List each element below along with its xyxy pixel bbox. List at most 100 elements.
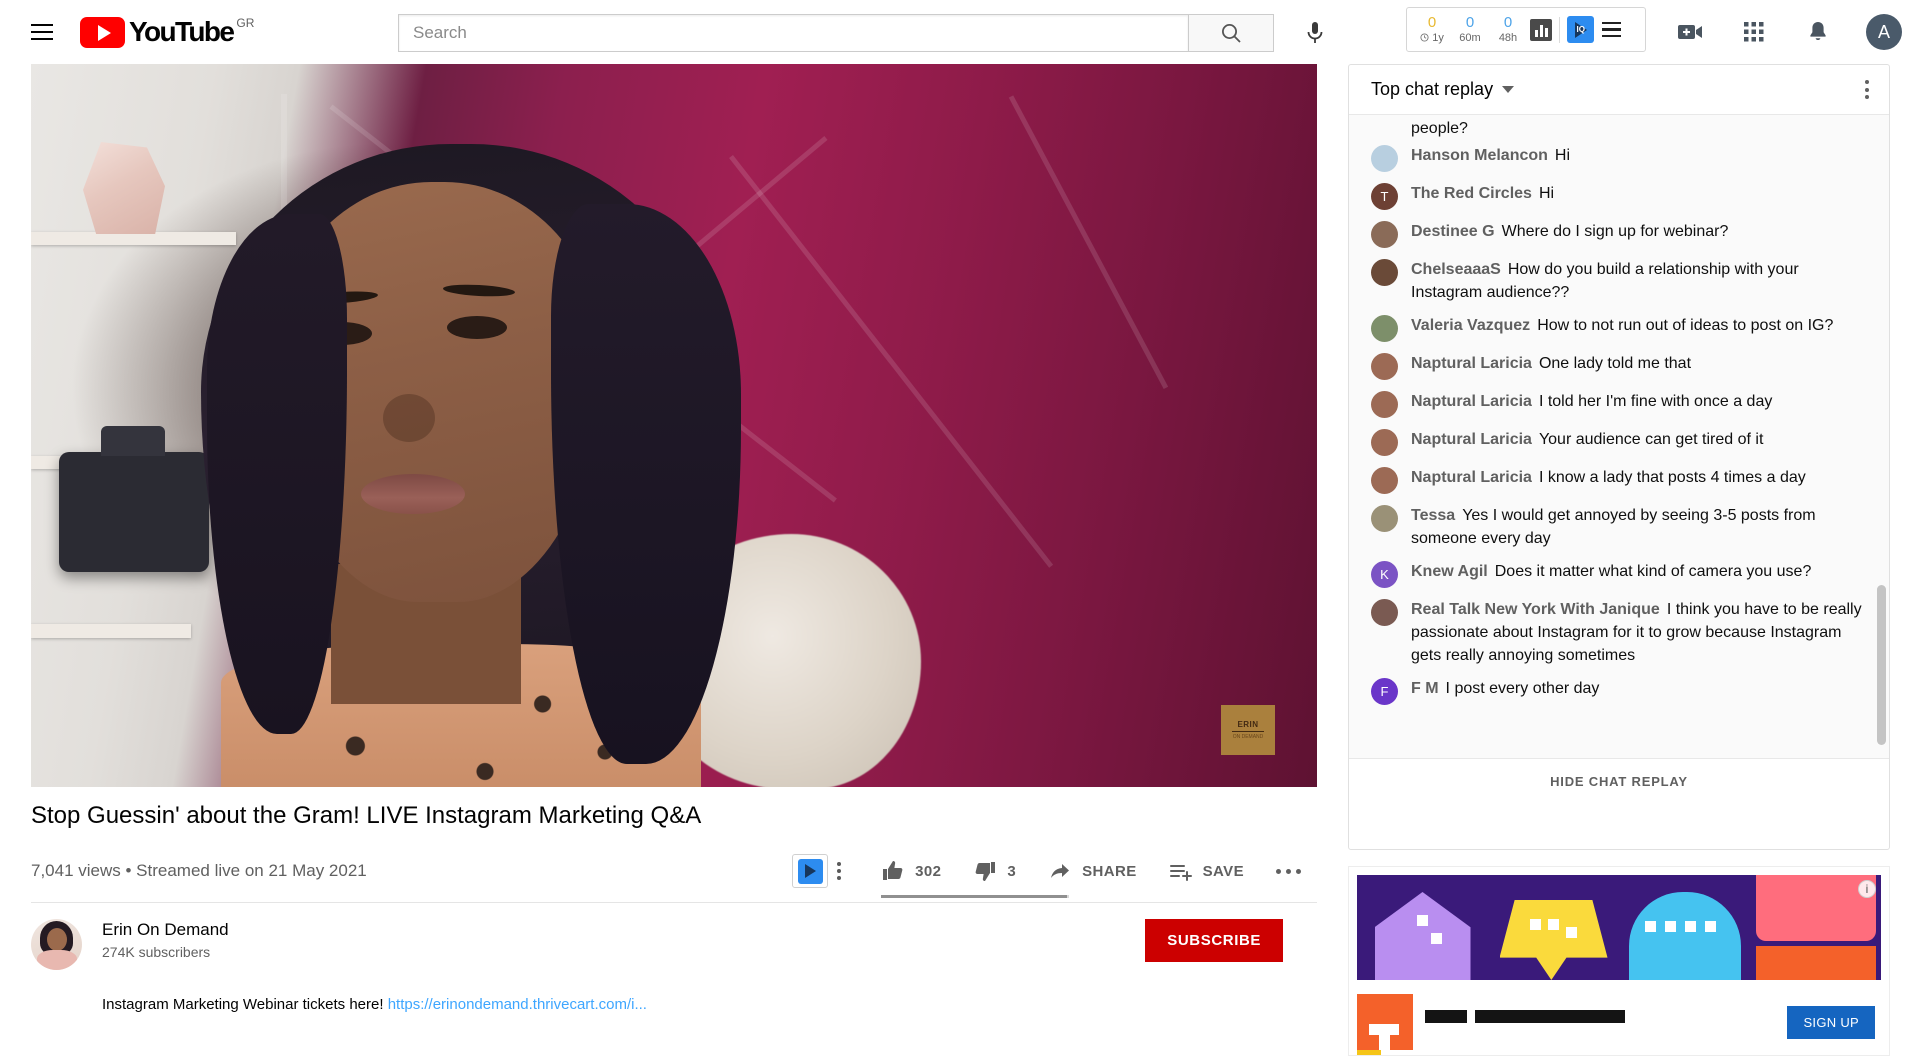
chat-message: Naptural Laricia I know a lady that posts… — [1349, 461, 1889, 499]
channel-watermark[interactable]: ERIN ON DEMAND — [1221, 705, 1275, 755]
chat-message-body: F M I post every other day — [1411, 677, 1599, 700]
extension-stat-48h[interactable]: 0 48h — [1489, 14, 1527, 45]
voice-search-button[interactable] — [1294, 12, 1336, 54]
chat-message-list[interactable]: people? Hanson Melancon Hi T The Red Circle… — [1349, 115, 1889, 758]
stat-value: 0 — [1503, 14, 1513, 31]
description-link[interactable]: https://erinondemand.thrivecart.com/i... — [388, 996, 647, 1013]
chat-message: Valeria Vazquez How to not run out of ide… — [1349, 309, 1889, 347]
chat-message-text: Hi — [1538, 185, 1555, 202]
info-icon[interactable]: i — [1858, 880, 1876, 898]
divider — [1559, 16, 1560, 43]
chat-author-avatar[interactable]: F — [1371, 678, 1398, 705]
chat-message-body: Naptural Laricia One lady told me that — [1411, 352, 1691, 375]
more-horizontal-icon[interactable] — [1260, 868, 1317, 874]
chat-author-avatar[interactable] — [1371, 467, 1398, 494]
chat-footer: HIDE CHAT REPLAY — [1349, 758, 1889, 804]
chat-message: Real Talk New York With Janique I think y… — [1349, 593, 1889, 672]
chat-message-body: Naptural Laricia Your audience can get ti… — [1411, 428, 1763, 451]
vidiq-icon[interactable] — [792, 854, 829, 888]
share-arrow-icon — [1051, 864, 1070, 878]
search-button[interactable] — [1188, 14, 1274, 52]
channel-avatar[interactable] — [31, 919, 82, 970]
dislike-button[interactable]: 3 — [957, 849, 1032, 893]
ad-banner-image[interactable]: i — [1357, 875, 1881, 980]
search-icon — [1222, 24, 1241, 43]
channel-name[interactable]: Erin On Demand — [102, 919, 229, 941]
chat-author-name[interactable]: Naptural Laricia — [1411, 393, 1532, 410]
chat-message: Naptural Laricia One lady told me that — [1349, 347, 1889, 385]
thumbs-down-icon — [976, 862, 996, 881]
chat-author-avatar[interactable] — [1371, 391, 1398, 418]
search-box[interactable] — [398, 14, 1188, 52]
share-button[interactable]: SHARE — [1032, 849, 1153, 893]
channel-info: Erin On Demand 274K subscribers — [31, 919, 229, 970]
ad-text-redacted — [1425, 1010, 1467, 1023]
hamburger-icon[interactable] — [22, 12, 62, 52]
ad-text-redacted — [1475, 1010, 1625, 1023]
chat-author-name[interactable]: Real Talk New York With Janique — [1411, 601, 1660, 618]
like-button[interactable]: 302 — [865, 849, 957, 893]
hide-chat-replay-button[interactable]: HIDE CHAT REPLAY — [1550, 774, 1688, 789]
chat-author-name[interactable]: Naptural Laricia — [1411, 469, 1532, 486]
chat-mode-selector[interactable]: Top chat replay — [1371, 79, 1515, 100]
chat-author-name[interactable]: Naptural Laricia — [1411, 355, 1532, 372]
microphone-icon — [1307, 22, 1323, 43]
chat-message-text: Yes I would get annoyed by seeing 3-5 po… — [1411, 507, 1816, 547]
chat-author-name[interactable]: Tessa — [1411, 507, 1455, 524]
kebab-menu-icon[interactable] — [837, 862, 842, 880]
chat-author-name[interactable]: The Red Circles — [1411, 185, 1532, 202]
subscribe-button[interactable]: SUBSCRIBE — [1145, 919, 1283, 962]
extension-stat-1y[interactable]: 0 1y — [1413, 14, 1451, 45]
chat-author-avatar[interactable] — [1371, 145, 1398, 172]
advertisement: i SIGN UP — [1348, 866, 1890, 1056]
chat-author-name[interactable]: Valeria Vazquez — [1411, 317, 1530, 334]
bar-chart-icon[interactable] — [1530, 18, 1552, 41]
chat-author-name[interactable]: F M — [1411, 680, 1439, 697]
chat-author-name[interactable]: Destinee G — [1411, 223, 1495, 240]
chat-menu-icon[interactable] — [1859, 74, 1875, 105]
avatar[interactable]: A — [1866, 14, 1902, 50]
description-text: Instagram Marketing Webinar tickets here… — [102, 996, 388, 1013]
advertiser-logo — [1357, 994, 1413, 1055]
stat-value: 0 — [1465, 14, 1475, 31]
country-code: GR — [236, 16, 255, 30]
chat-message: F F M I post every other day — [1349, 672, 1889, 710]
chat-author-avatar[interactable] — [1371, 429, 1398, 456]
video-actions: 302 3 SHARE SAVE — [792, 849, 1317, 898]
apps-grid-icon[interactable] — [1734, 12, 1774, 52]
chat-author-avatar[interactable] — [1371, 599, 1398, 626]
search-input[interactable] — [399, 23, 1188, 43]
vidiq-extension-widget[interactable]: 0 1y 0 60m 0 48h IQ — [1406, 7, 1646, 52]
vidiq-icon[interactable]: IQ — [1567, 16, 1594, 43]
extension-stat-60m[interactable]: 0 60m — [1451, 14, 1489, 45]
notifications-bell-icon[interactable] — [1798, 12, 1838, 52]
save-button[interactable]: SAVE — [1153, 849, 1260, 893]
chat-message: ChelseaaaS How do you build a relationshi… — [1349, 253, 1889, 309]
chat-author-name[interactable]: ChelseaaaS — [1411, 261, 1501, 278]
create-video-icon[interactable] — [1670, 12, 1710, 52]
chat-author-avatar[interactable] — [1371, 221, 1398, 248]
video-player[interactable]: ERIN ON DEMAND — [31, 64, 1317, 787]
youtube-logo[interactable]: YouTube GR — [80, 15, 254, 49]
chat-message-body: Knew Agil Does it matter what kind of cam… — [1411, 560, 1811, 583]
chat-author-avatar[interactable] — [1371, 505, 1398, 532]
extension-menu-icon[interactable] — [1602, 21, 1621, 38]
chat-message-text: I post every other day — [1445, 680, 1600, 697]
chat-author-avatar[interactable] — [1371, 353, 1398, 380]
chat-author-name[interactable]: Naptural Laricia — [1411, 431, 1532, 448]
chat-author-avatar[interactable] — [1371, 315, 1398, 342]
chat-author-avatar[interactable]: K — [1371, 561, 1398, 588]
extension-stats: 0 1y 0 60m 0 48h — [1413, 14, 1527, 45]
chat-author-avatar[interactable] — [1371, 259, 1398, 286]
stat-label-text: 1y — [1432, 32, 1444, 44]
chat-author-name[interactable]: Hanson Melancon — [1411, 147, 1548, 164]
chat-author-name[interactable]: Knew Agil — [1411, 563, 1488, 580]
ad-cta-button[interactable]: SIGN UP — [1787, 1005, 1875, 1039]
chat-message-text: I told her I'm fine with once a day — [1538, 393, 1773, 410]
chat-message-body: Tessa Yes I would get annoyed by seeing 3… — [1411, 504, 1863, 550]
divider — [31, 902, 1317, 903]
chat-author-avatar[interactable]: T — [1371, 183, 1398, 210]
chat-message-text: I know a lady that posts 4 times a day — [1538, 469, 1806, 486]
chat-scrollbar[interactable] — [1877, 585, 1886, 745]
chat-message-text: Does it matter what kind of camera you u… — [1494, 563, 1812, 580]
